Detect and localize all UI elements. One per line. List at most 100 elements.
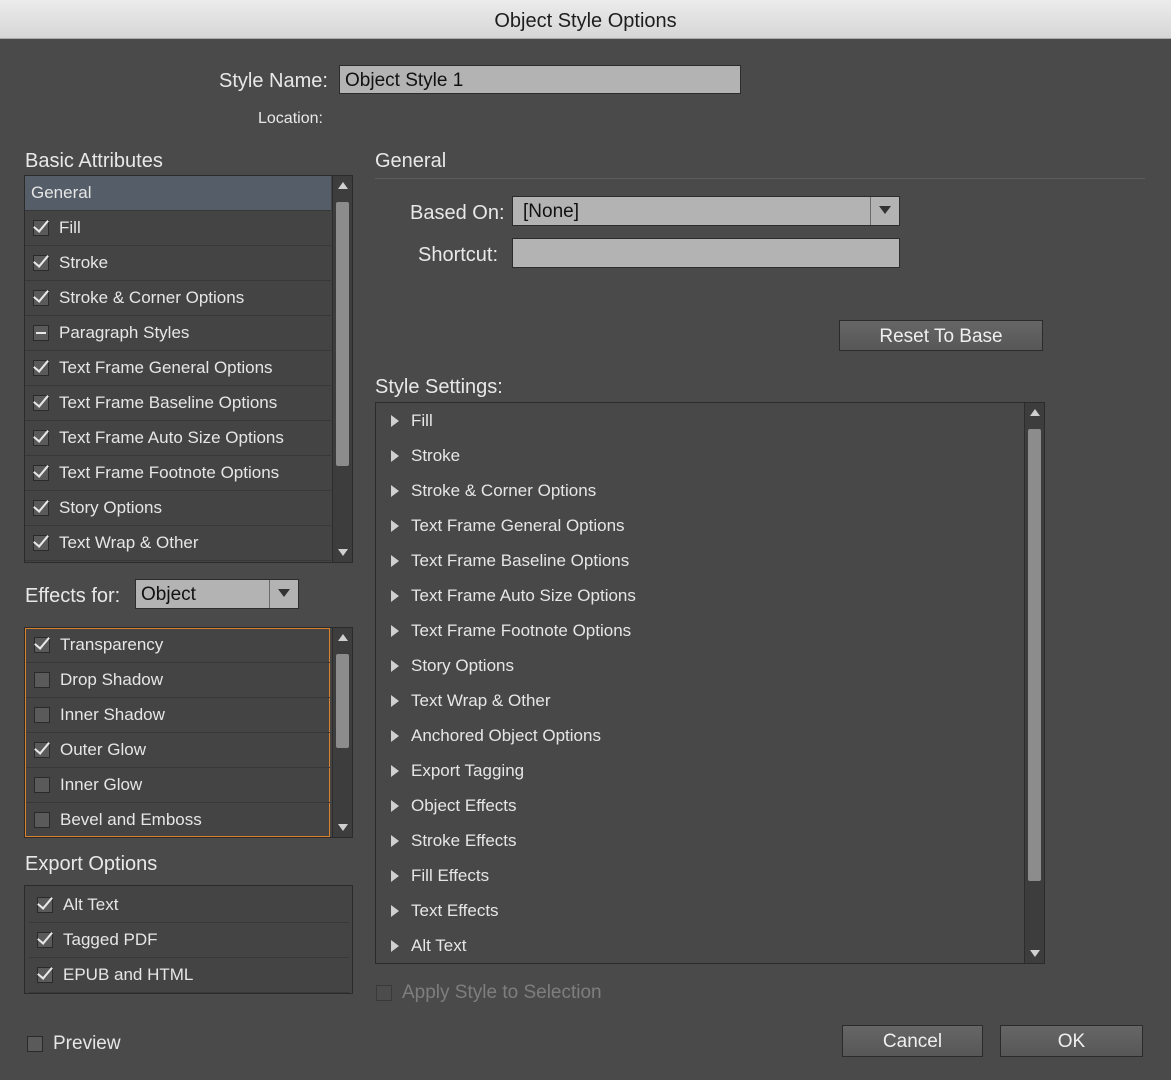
basic-attribute-checkbox[interactable] (33, 395, 49, 411)
based-on-dropdown[interactable]: [None] (512, 196, 900, 226)
basic-attribute-label: Stroke (59, 253, 109, 272)
scroll-down-arrow-icon[interactable] (338, 549, 348, 556)
dropdown-chevron-icon[interactable] (870, 197, 899, 225)
disclosure-triangle-icon[interactable] (391, 799, 399, 812)
export-option-checkbox[interactable] (37, 932, 53, 948)
preview-checkbox[interactable] (27, 1036, 43, 1052)
basic-attribute-row[interactable]: General (25, 176, 331, 211)
basic-attribute-checkbox[interactable] (33, 290, 49, 306)
effect-checkbox[interactable] (34, 812, 50, 828)
effect-row[interactable]: Drop Shadow (26, 663, 330, 698)
scroll-down-arrow-icon[interactable] (338, 824, 348, 831)
basic-attribute-row[interactable]: Text Frame Auto Size Options (25, 421, 331, 456)
scroll-thumb[interactable] (336, 202, 349, 466)
style-name-input[interactable]: Object Style 1 (339, 65, 741, 94)
effect-checkbox[interactable] (34, 742, 50, 758)
disclosure-triangle-icon[interactable] (391, 449, 399, 462)
apply-style-checkbox-row[interactable]: Apply Style to Selection (376, 982, 602, 1004)
basic-attribute-row[interactable]: Paragraph Styles (25, 316, 331, 351)
style-setting-row[interactable]: Text Frame General Options (376, 508, 1022, 543)
style-setting-row[interactable]: Text Frame Auto Size Options (376, 578, 1022, 613)
basic-attribute-checkbox[interactable] (33, 325, 49, 341)
scroll-up-arrow-icon[interactable] (338, 182, 348, 189)
export-option-checkbox[interactable] (37, 967, 53, 983)
style-setting-row[interactable]: Text Frame Baseline Options (376, 543, 1022, 578)
disclosure-triangle-icon[interactable] (391, 659, 399, 672)
style-setting-row[interactable]: Fill (376, 403, 1022, 438)
effects-scrollbar[interactable] (332, 628, 352, 837)
disclosure-triangle-icon[interactable] (391, 869, 399, 882)
basic-attribute-checkbox[interactable] (33, 465, 49, 481)
export-option-label: EPUB and HTML (63, 965, 194, 984)
basic-attribute-checkbox[interactable] (33, 255, 49, 271)
basic-attribute-checkbox[interactable] (33, 430, 49, 446)
style-setting-row[interactable]: Stroke Effects (376, 823, 1022, 858)
basic-attribute-checkbox[interactable] (33, 535, 49, 551)
effects-for-dropdown[interactable]: Object (135, 579, 299, 609)
effect-checkbox[interactable] (34, 637, 50, 653)
style-setting-row[interactable]: Anchored Object Options (376, 718, 1022, 753)
style-setting-row[interactable]: Object Effects (376, 788, 1022, 823)
style-settings-scrollbar[interactable] (1024, 403, 1044, 963)
scroll-thumb[interactable] (1028, 429, 1041, 881)
disclosure-triangle-icon[interactable] (391, 589, 399, 602)
basic-attribute-row[interactable]: Text Frame Baseline Options (25, 386, 331, 421)
basic-attribute-checkbox[interactable] (33, 500, 49, 516)
reset-to-base-button[interactable]: Reset To Base (839, 320, 1043, 351)
scroll-up-arrow-icon[interactable] (338, 634, 348, 641)
export-option-checkbox[interactable] (37, 897, 53, 913)
basic-attribute-row[interactable]: Story Options (25, 491, 331, 526)
basic-attribute-row[interactable]: Fill (25, 211, 331, 246)
effect-row[interactable]: Transparency (26, 628, 330, 663)
basic-attribute-checkbox[interactable] (33, 360, 49, 376)
disclosure-triangle-icon[interactable] (391, 904, 399, 917)
style-setting-row[interactable]: Export Tagging (376, 753, 1022, 788)
basic-attribute-row[interactable]: Stroke (25, 246, 331, 281)
disclosure-triangle-icon[interactable] (391, 764, 399, 777)
style-setting-row[interactable]: Text Frame Footnote Options (376, 613, 1022, 648)
basic-attribute-row[interactable]: Text Wrap & Other (25, 526, 331, 561)
scroll-up-arrow-icon[interactable] (1030, 409, 1040, 416)
style-setting-row[interactable]: Alt Text (376, 928, 1022, 963)
effect-checkbox[interactable] (34, 672, 50, 688)
export-option-row[interactable]: EPUB and HTML (29, 958, 349, 993)
style-setting-row[interactable]: Fill Effects (376, 858, 1022, 893)
export-option-row[interactable]: Alt Text (29, 888, 349, 923)
disclosure-triangle-icon[interactable] (391, 519, 399, 532)
disclosure-triangle-icon[interactable] (391, 414, 399, 427)
disclosure-triangle-icon[interactable] (391, 624, 399, 637)
style-setting-row[interactable]: Stroke & Corner Options (376, 473, 1022, 508)
style-setting-row[interactable]: Story Options (376, 648, 1022, 683)
export-option-row[interactable]: Tagged PDF (29, 923, 349, 958)
disclosure-triangle-icon[interactable] (391, 729, 399, 742)
effect-label: Inner Shadow (60, 705, 165, 724)
dropdown-chevron-icon[interactable] (269, 580, 298, 608)
ok-button[interactable]: OK (1000, 1025, 1143, 1057)
disclosure-triangle-icon[interactable] (391, 484, 399, 497)
style-setting-row[interactable]: Stroke (376, 438, 1022, 473)
basic-attributes-scrollbar[interactable] (332, 176, 352, 562)
basic-attribute-checkbox[interactable] (33, 220, 49, 236)
style-setting-label: Stroke & Corner Options (411, 480, 597, 500)
style-setting-row[interactable]: Text Wrap & Other (376, 683, 1022, 718)
disclosure-triangle-icon[interactable] (391, 834, 399, 847)
scroll-down-arrow-icon[interactable] (1030, 950, 1040, 957)
disclosure-triangle-icon[interactable] (391, 939, 399, 952)
effect-row[interactable]: Inner Glow (26, 768, 330, 803)
preview-checkbox-row[interactable]: Preview (27, 1033, 121, 1055)
disclosure-triangle-icon[interactable] (391, 694, 399, 707)
effect-row[interactable]: Bevel and Emboss (26, 803, 330, 837)
effect-row[interactable]: Inner Shadow (26, 698, 330, 733)
cancel-button[interactable]: Cancel (842, 1025, 983, 1057)
scroll-thumb[interactable] (336, 654, 349, 748)
effect-checkbox[interactable] (34, 707, 50, 723)
basic-attribute-row[interactable]: Text Frame Footnote Options (25, 456, 331, 491)
style-setting-row[interactable]: Text Effects (376, 893, 1022, 928)
effect-row[interactable]: Outer Glow (26, 733, 330, 768)
basic-attribute-row[interactable]: Text Frame General Options (25, 351, 331, 386)
shortcut-input[interactable] (512, 238, 900, 268)
disclosure-triangle-icon[interactable] (391, 554, 399, 567)
basic-attribute-row[interactable]: Stroke & Corner Options (25, 281, 331, 316)
apply-style-checkbox[interactable] (376, 985, 392, 1001)
effect-checkbox[interactable] (34, 777, 50, 793)
